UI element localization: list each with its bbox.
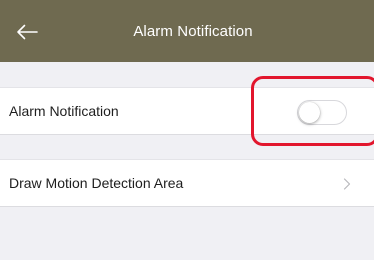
alarm-notification-label: Alarm Notification	[9, 103, 119, 119]
alarm-notification-toggle[interactable]	[297, 100, 347, 125]
back-button[interactable]	[10, 18, 44, 46]
page-title: Alarm Notification	[133, 22, 253, 40]
navigation-bar: Alarm Notification	[0, 0, 374, 62]
settings-row-draw-motion-detection-area[interactable]: Draw Motion Detection Area	[0, 159, 374, 207]
settings-row-alarm-notification: Alarm Notification	[0, 87, 374, 135]
alarm-notification-screen: Alarm Notification Alarm Notification Dr…	[0, 0, 374, 260]
arrow-left-icon	[17, 24, 38, 40]
toggle-knob	[299, 101, 320, 123]
chevron-right-icon	[342, 175, 352, 193]
draw-motion-detection-area-label: Draw Motion Detection Area	[9, 175, 184, 191]
